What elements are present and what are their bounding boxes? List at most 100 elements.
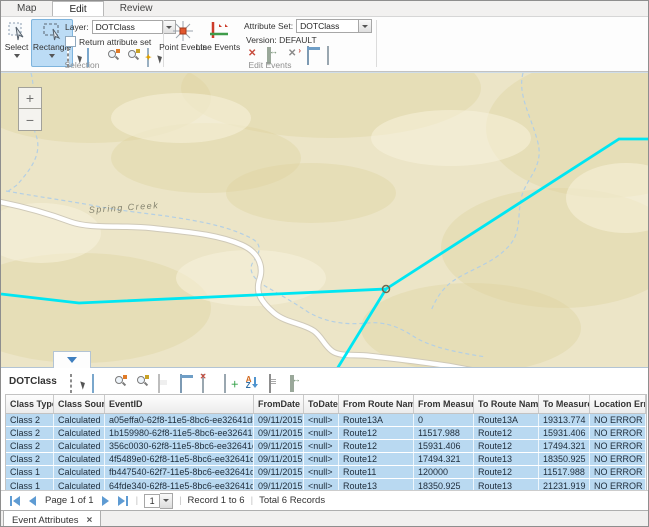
close-icon[interactable]: ×: [87, 515, 93, 526]
column-header[interactable]: To Route Name: [474, 395, 539, 413]
column-header[interactable]: Location Error: [590, 395, 646, 413]
table-toolbar: DOTClass ✕ ＋: [1, 368, 649, 394]
separator: |: [179, 495, 181, 506]
switch-selection-icon[interactable]: [180, 374, 182, 393]
chevron-down-icon: [14, 54, 20, 58]
table-cell: <null>: [304, 466, 339, 478]
column-header[interactable]: FromDate: [254, 395, 304, 413]
table-cell: 09/11/2015: [254, 440, 304, 452]
table-cell: Class 2: [6, 453, 54, 465]
table-cell: Class 1: [6, 466, 54, 478]
table-row[interactable]: Class 1Calculatedfb447540-62f7-11e5-8bc6…: [6, 466, 646, 479]
table-cell: 09/11/2015: [254, 427, 304, 439]
event-attributes-panel: DOTClass ✕ ＋ Class TypeClass SourceEvent…: [1, 367, 649, 527]
column-header[interactable]: Class Source: [54, 395, 105, 413]
select-tool-icon[interactable]: [70, 374, 72, 393]
tab-review[interactable]: Review: [104, 1, 169, 16]
tab-edit[interactable]: Edit: [52, 1, 103, 16]
table-cell: Route12: [474, 440, 539, 452]
rectangle-select-icon: [41, 20, 63, 42]
table-cell: Route12: [339, 453, 414, 465]
column-header[interactable]: Class Type: [6, 395, 54, 413]
return-attribute-set-field: Return attribute set: [65, 36, 151, 47]
line-events-icon: [207, 20, 229, 42]
zoom-to-selected-icon[interactable]: [114, 375, 127, 388]
map-view[interactable]: Spring Creek + −: [1, 73, 649, 367]
edit-events-group: Point Events Line Events Attribute Set: …: [164, 17, 376, 71]
menu-rows-icon[interactable]: [92, 374, 94, 393]
table-cell: Route12: [474, 466, 539, 478]
column-header[interactable]: To Measure: [539, 395, 590, 413]
table-cell: 18350.925: [539, 453, 590, 465]
zoom-out-button[interactable]: −: [18, 109, 42, 131]
attribute-set-dropdown[interactable]: DOTClass: [296, 19, 372, 33]
table-cell: 0: [414, 414, 474, 426]
ribbon: Select Rectangle Layer: DOTClass: [1, 17, 648, 71]
table-cell: Route12: [474, 427, 539, 439]
table-cell: Class 2: [6, 414, 54, 426]
pan-to-selected-icon[interactable]: [136, 375, 149, 388]
tab-event-attributes[interactable]: Event Attributes ×: [3, 511, 101, 527]
table-cell: 11517.988: [414, 427, 474, 439]
selection-group-label: Selection: [1, 60, 163, 70]
attribute-set-label: Attribute Set:: [244, 21, 293, 31]
select-cursor-icon: [6, 20, 28, 42]
table-row[interactable]: Class 2Calculated1b159980-62f8-11e5-8bc6…: [6, 427, 646, 440]
return-attribute-set-checkbox[interactable]: [65, 36, 76, 47]
previous-page-icon[interactable]: [27, 496, 39, 506]
table-cell: 17494.321: [539, 440, 590, 452]
zoom-in-button[interactable]: +: [18, 87, 42, 109]
sort-icon[interactable]: [246, 375, 259, 388]
add-record-icon[interactable]: ＋: [224, 375, 237, 388]
table-cell: NO ERROR: [590, 466, 646, 478]
select-button-label: Select: [5, 43, 29, 52]
identify-icon[interactable]: [269, 374, 271, 393]
table-cell: <null>: [304, 440, 339, 452]
tab-map[interactable]: Map: [1, 1, 52, 16]
column-header[interactable]: From Route Name: [339, 395, 414, 413]
last-page-icon[interactable]: [118, 496, 130, 506]
merge-event-icon[interactable]: ›: [287, 47, 300, 60]
ribbon-tab-bar: Map Edit Review: [1, 1, 648, 17]
separator: |: [251, 495, 253, 506]
table-cell: fb447540-62f7-11e5-8bc6-ee32641d5ec9: [105, 466, 254, 478]
table-cell: Route13: [474, 453, 539, 465]
table-cell: Route13A: [474, 414, 539, 426]
column-header[interactable]: From Measure: [414, 395, 474, 413]
table-cell: NO ERROR: [590, 453, 646, 465]
page-text: Page 1 of 1: [45, 495, 94, 506]
line-events-label: Line Events: [196, 43, 240, 52]
next-page-icon[interactable]: [100, 496, 112, 506]
save-icon[interactable]: [158, 374, 160, 393]
grid-body: Class 2Calculateda05effa0-62f8-11e5-8bc6…: [5, 414, 647, 493]
clear-selection-icon[interactable]: ✕: [202, 375, 215, 388]
grid-header: Class TypeClass SourceEventIDFromDateToD…: [5, 394, 647, 414]
fit-width-icon[interactable]: [290, 375, 294, 392]
point-events-icon: [172, 20, 194, 42]
table-cell: Class 2: [6, 440, 54, 452]
record-range-text: Record 1 to 6: [188, 495, 245, 506]
map-zoom-control: + −: [18, 87, 42, 131]
selection-group: Select Rectangle Layer: DOTClass: [1, 17, 163, 71]
table-cell: Route13A: [339, 414, 414, 426]
panel-collapse-tab[interactable]: [53, 351, 91, 368]
column-header[interactable]: ToDate: [304, 395, 339, 413]
table-row[interactable]: Class 2Calculateda05effa0-62f8-11e5-8bc6…: [6, 414, 646, 427]
table-cell: Calculated: [54, 414, 105, 426]
dropdown-arrow-icon[interactable]: [160, 493, 173, 509]
table-cell: 15931.406: [414, 440, 474, 452]
table-cell: NO ERROR: [590, 427, 646, 439]
column-header[interactable]: EventID: [105, 395, 254, 413]
page-number-value: 1: [144, 494, 160, 508]
dropdown-arrow-icon[interactable]: [358, 20, 371, 32]
page-number-dropdown[interactable]: 1: [144, 493, 173, 509]
table-row[interactable]: Class 2Calculated356c0030-62f8-11e5-8bc6…: [6, 440, 646, 453]
delete-event-icon[interactable]: [247, 47, 260, 60]
first-page-icon[interactable]: [9, 496, 21, 506]
table-cell: Class 2: [6, 427, 54, 439]
table-cell: Calculated: [54, 453, 105, 465]
table-cell: 09/11/2015: [254, 414, 304, 426]
table-cell: NO ERROR: [590, 440, 646, 452]
table-row[interactable]: Class 2Calculated4f5489e0-62f8-11e5-8bc6…: [6, 453, 646, 466]
bottom-tab-bar: Event Attributes ×: [1, 510, 649, 527]
